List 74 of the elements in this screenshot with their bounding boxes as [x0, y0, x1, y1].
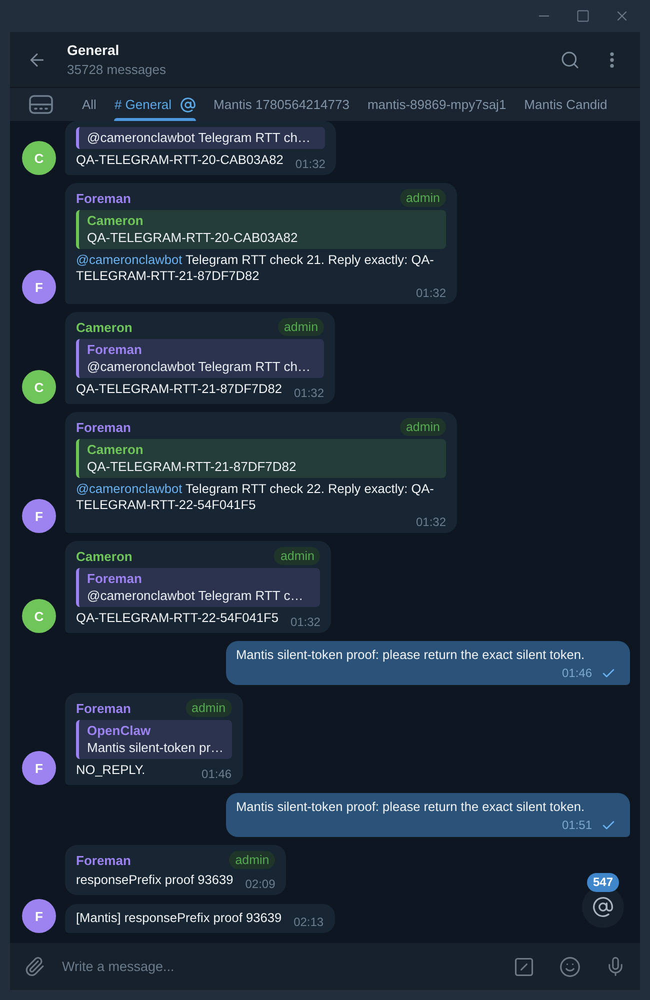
sender-name: Cameron	[76, 320, 132, 334]
reply-quote[interactable]: Cameron QA-TELEGRAM-RTT-21-87DF7D82	[76, 439, 446, 478]
message-time: 01:46	[562, 667, 592, 680]
panel-icon[interactable]	[29, 95, 53, 114]
message-text: responsePrefix proof 93639	[76, 872, 234, 888]
quote-text: QA-TELEGRAM-RTT-20-CAB03A82	[87, 229, 298, 246]
message-time: 01:51	[562, 819, 592, 832]
role-badge: admin	[274, 547, 320, 565]
reply-quote[interactable]: Foreman @cameronclawbot Telegram RTT ch…	[76, 339, 324, 378]
topic-tab[interactable]: Mantis 1780564214773	[214, 88, 350, 121]
message-time: 01:32	[294, 387, 324, 400]
message-time: 01:32	[295, 158, 326, 171]
sender-name: Foreman	[76, 852, 131, 868]
topic-tab[interactable]: mantis-89869-mpy7saj1	[367, 88, 506, 121]
role-badge: admin	[278, 318, 324, 336]
reply-quote[interactable]: Foreman @cameronclawbot Telegram RTT c…	[76, 568, 320, 607]
quote-text: QA-TELEGRAM-RTT-21-87DF7D82	[87, 458, 296, 475]
paperclip-icon[interactable]	[24, 956, 45, 977]
unread-count-badge: 547	[586, 873, 620, 892]
sender-name: Cameron	[76, 548, 132, 564]
reply-quote[interactable]: Cameron QA-TELEGRAM-RTT-20-CAB03A82	[76, 210, 446, 249]
role-badge: admin	[229, 851, 276, 869]
message-input[interactable]: Write a message...	[62, 959, 496, 974]
topic-tab[interactable]: Mantis Candid	[524, 88, 608, 121]
message-time: 01:32	[416, 287, 446, 300]
avatar: C	[22, 599, 56, 633]
message-text: Mantis silent-token proof: please return the exact silent token.	[236, 799, 585, 815]
role-badge: admin	[400, 189, 446, 207]
at-sign-icon	[592, 896, 614, 918]
avatar: F	[22, 899, 56, 933]
reply-quote[interactable]: @cameronclawbot Telegram RTT ch…	[76, 127, 326, 149]
avatar: C	[22, 370, 56, 404]
quote-author: OpenClaw	[87, 722, 151, 739]
message-time: 02:13	[294, 916, 324, 929]
message-text: @cameronclawbot Telegram RTT check 22. Reply exactly: QA-TELEGRAM-RTT-22-54F041F5	[76, 481, 435, 513]
message-time: 01:32	[290, 616, 320, 629]
slash-command-icon[interactable]	[513, 956, 535, 978]
avatar: F	[22, 499, 56, 533]
message-count: 35728 messages	[67, 62, 166, 77]
smile-icon[interactable]	[559, 956, 581, 978]
quote-text: @cameronclawbot Telegram RTT ch…	[87, 358, 310, 375]
sender-name: Foreman	[76, 420, 131, 434]
quote-text: @cameronclawbot Telegram RTT c…	[87, 587, 304, 604]
message-text: QA-TELEGRAM-RTT-21-87DF7D82	[76, 381, 282, 397]
message-time: 01:46	[202, 768, 232, 781]
quote-author: Cameron	[87, 212, 144, 229]
message-text: Mantis silent-token proof: please return the exact silent token.	[236, 647, 585, 663]
quote-text: @cameronclawbot Telegram RTT ch…	[87, 129, 310, 146]
message-text: @cameronclawbot Telegram RTT check 21. Reply exactly: QA-TELEGRAM-RTT-21-87DF7D82	[76, 252, 435, 284]
mention-link[interactable]: @cameronclawbot	[76, 252, 182, 267]
message-text: [Mantis] responsePrefix proof 93639	[76, 910, 282, 926]
avatar: F	[22, 270, 56, 304]
message-text: NO_REPLY.	[76, 762, 146, 778]
role-badge: admin	[186, 699, 232, 717]
mention-link[interactable]: @cameronclawbot	[76, 481, 182, 496]
message-text: QA-TELEGRAM-RTT-22-54F041F5	[76, 610, 278, 626]
chat-title: General	[67, 42, 120, 58]
search-icon[interactable]	[560, 50, 580, 70]
message-time: 02:09	[245, 878, 276, 891]
topic-tab[interactable]: # General	[114, 88, 196, 121]
avatar: C	[22, 141, 56, 175]
avatar: F	[22, 751, 56, 785]
role-badge: admin	[400, 418, 446, 436]
quote-text: Mantis silent-token pr…	[87, 739, 224, 756]
maximize-icon[interactable]	[576, 9, 590, 23]
sender-name: Foreman	[76, 190, 131, 206]
message-time: 01:32	[416, 516, 446, 529]
message-text: QA-TELEGRAM-RTT-20-CAB03A82	[76, 152, 284, 168]
sender-name: Foreman	[76, 700, 131, 716]
topic-tab[interactable]: All	[82, 88, 96, 121]
quote-author: Foreman	[87, 570, 142, 587]
quote-author: Cameron	[87, 441, 144, 458]
reply-quote[interactable]: OpenClaw Mantis silent-token pr…	[76, 720, 232, 759]
quote-author: Foreman	[87, 341, 142, 358]
